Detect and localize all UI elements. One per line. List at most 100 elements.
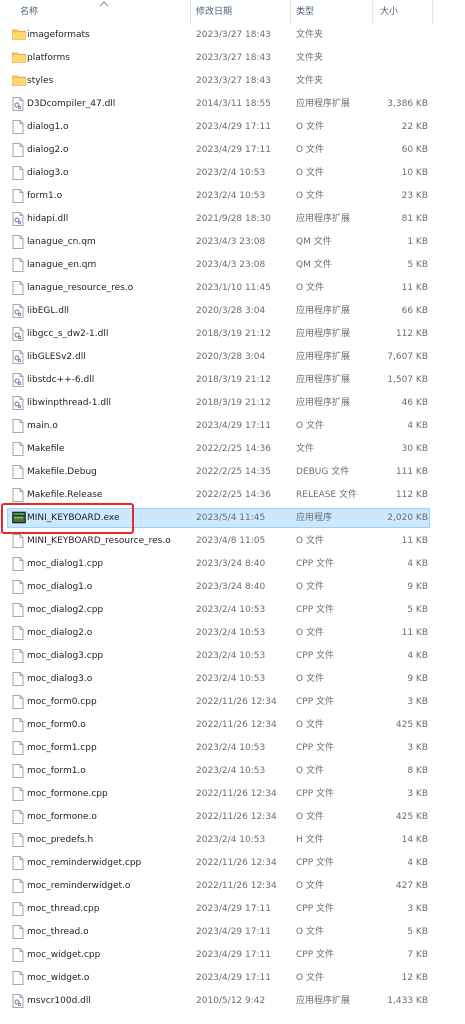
file-row[interactable]: hidapi.dll 2021/9/28 18:30 应用程序扩展 81 KB — [0, 208, 465, 231]
file-icon — [12, 603, 26, 618]
column-header-name[interactable]: 名称 — [20, 0, 38, 24]
file-row[interactable]: moc_dialog2.o 2023/2/4 10:53 O 文件 11 KB — [0, 622, 465, 645]
column-divider[interactable] — [432, 0, 433, 24]
file-row[interactable]: lanague_cn.qm 2023/4/3 23:08 QM 文件 1 KB — [0, 231, 465, 254]
dll-icon — [12, 350, 26, 365]
file-type: 应用程序扩展 — [296, 398, 351, 408]
file-row[interactable]: moc_widget.cpp 2023/4/29 17:11 CPP 文件 7 KB — [0, 944, 465, 967]
file-date: 2022/11/26 12:34 — [196, 789, 277, 799]
file-date: 2022/11/26 12:34 — [196, 812, 277, 822]
file-type: CPP 文件 — [296, 789, 334, 799]
file-name: dialog3.o — [27, 168, 69, 178]
file-date: 2023/4/29 17:11 — [196, 145, 271, 155]
file-row[interactable]: moc_reminderwidget.cpp 2022/11/26 12:34 CP… — [0, 852, 465, 875]
file-row[interactable]: moc_dialog2.cpp 2023/2/4 10:53 CPP 文件 5 KB — [0, 599, 465, 622]
file-type: O 文件 — [296, 536, 324, 546]
file-row[interactable]: moc_form1.o 2023/2/4 10:53 O 文件 8 KB — [0, 760, 465, 783]
dll-icon — [12, 327, 26, 342]
file-size: 60 KB — [401, 145, 428, 155]
file-row[interactable]: platforms 2023/3/27 18:43 文件夹 — [0, 47, 465, 70]
column-header-size[interactable]: 大小 — [380, 0, 398, 24]
file-type: CPP 文件 — [296, 858, 334, 868]
file-name: moc_form0.o — [27, 720, 86, 730]
file-row[interactable]: main.o 2023/4/29 17:11 O 文件 4 KB — [0, 415, 465, 438]
column-divider[interactable] — [190, 0, 191, 24]
file-date: 2020/3/28 3:04 — [196, 306, 266, 316]
file-row[interactable]: form1.o 2023/2/4 10:53 O 文件 23 KB — [0, 185, 465, 208]
file-row[interactable]: moc_form1.cpp 2023/2/4 10:53 CPP 文件 3 KB — [0, 737, 465, 760]
file-row[interactable]: D3Dcompiler_47.dll 2014/3/11 18:55 应用程序扩展 3… — [0, 93, 465, 116]
file-size: 3 KB — [407, 697, 428, 707]
file-row[interactable]: libgcc_s_dw2-1.dll 2018/3/19 21:12 应用程序扩展 1… — [0, 323, 465, 346]
file-name: dialog2.o — [27, 145, 69, 155]
file-type: O 文件 — [296, 168, 324, 178]
file-name: form1.o — [27, 191, 63, 201]
file-icon — [12, 810, 26, 825]
file-name: lanague_en.qm — [27, 260, 97, 270]
file-size — [376, 70, 428, 93]
column-divider[interactable] — [372, 0, 373, 24]
file-date: 2023/5/4 11:45 — [196, 513, 266, 523]
file-name: moc_thread.cpp — [27, 904, 100, 914]
file-row[interactable]: moc_form0.o 2022/11/26 12:34 O 文件 425 KB — [0, 714, 465, 737]
file-row[interactable]: moc_form0.cpp 2022/11/26 12:34 CPP 文件 3 KB — [0, 691, 465, 714]
file-row[interactable]: dialog3.o 2023/2/4 10:53 O 文件 10 KB — [0, 162, 465, 185]
dll-icon — [12, 304, 26, 319]
file-size: 7 KB — [407, 950, 428, 960]
file-row[interactable]: moc_thread.o 2023/4/29 17:11 O 文件 5 KB — [0, 921, 465, 944]
dll-icon — [12, 994, 26, 1009]
file-icon — [12, 281, 26, 296]
file-row[interactable]: imageformats 2023/3/27 18:43 文件夹 — [0, 24, 465, 47]
file-row[interactable]: moc_predefs.h 2023/2/4 10:53 H 文件 14 KB — [0, 829, 465, 852]
column-header-date[interactable]: 修改日期 — [196, 0, 232, 24]
file-row[interactable]: moc_formone.o 2022/11/26 12:34 O 文件 425 KB — [0, 806, 465, 829]
file-row[interactable]: moc_thread.cpp 2023/4/29 17:11 CPP 文件 3 KB — [0, 898, 465, 921]
file-row[interactable]: Makefile 2022/2/25 14:36 文件 30 KB — [0, 438, 465, 461]
file-type: CPP 文件 — [296, 559, 334, 569]
file-row[interactable]: libstdc++-6.dll 2018/3/19 21:12 应用程序扩展 1,50… — [0, 369, 465, 392]
file-row[interactable]: moc_widget.o 2023/4/29 17:11 O 文件 12 KB — [0, 967, 465, 990]
file-row[interactable]: moc_dialog3.cpp 2023/2/4 10:53 CPP 文件 4 KB — [0, 645, 465, 668]
file-type: 应用程序扩展 — [296, 352, 351, 362]
file-icon — [12, 557, 26, 572]
file-size: 5 KB — [407, 927, 428, 937]
file-icon — [12, 971, 26, 986]
file-type: DEBUG 文件 — [296, 467, 350, 477]
file-type: CPP 文件 — [296, 950, 334, 960]
file-row[interactable]: moc_dialog1.cpp 2023/3/24 8:40 CPP 文件 4 KB — [0, 553, 465, 576]
file-name: Makefile.Debug — [27, 467, 97, 477]
file-name: moc_form1.o — [27, 766, 86, 776]
file-type: O 文件 — [296, 628, 324, 638]
file-row[interactable]: dialog1.o 2023/4/29 17:11 O 文件 22 KB — [0, 116, 465, 139]
file-icon — [12, 442, 26, 457]
file-date: 2022/2/25 14:36 — [196, 490, 271, 500]
column-header-type[interactable]: 类型 — [296, 0, 314, 24]
file-row[interactable]: moc_dialog1.o 2023/3/24 8:40 O 文件 9 KB — [0, 576, 465, 599]
file-type: CPP 文件 — [296, 651, 334, 661]
sort-arrow-icon — [99, 1, 109, 7]
file-row[interactable]: moc_formone.cpp 2022/11/26 12:34 CPP 文件 3 K… — [0, 783, 465, 806]
file-row[interactable]: lanague_en.qm 2023/4/3 23:08 QM 文件 5 KB — [0, 254, 465, 277]
column-divider[interactable] — [290, 0, 291, 24]
file-row[interactable]: styles 2023/3/27 18:43 文件夹 — [0, 70, 465, 93]
file-name: moc_reminderwidget.o — [27, 881, 131, 891]
file-icon — [12, 787, 26, 802]
file-row[interactable]: libEGL.dll 2020/3/28 3:04 应用程序扩展 66 KB — [0, 300, 465, 323]
file-row[interactable]: libwinpthread-1.dll 2018/3/19 21:12 应用程序扩展… — [0, 392, 465, 415]
file-icon — [12, 856, 26, 871]
file-date: 2023/4/3 23:08 — [196, 237, 266, 247]
file-row[interactable]: lanague_resource_res.o 2023/1/10 11:45 O 文… — [0, 277, 465, 300]
file-type: O 文件 — [296, 927, 324, 937]
file-name: styles — [27, 76, 54, 86]
file-row[interactable]: moc_reminderwidget.o 2022/11/26 12:34 O 文件… — [0, 875, 465, 898]
file-date: 2023/3/24 8:40 — [196, 559, 266, 569]
file-row[interactable]: msvcr100d.dll 2010/5/12 9:42 应用程序扩展 1,433 K… — [0, 990, 465, 1013]
file-row[interactable]: dialog2.o 2023/4/29 17:11 O 文件 60 KB — [0, 139, 465, 162]
file-name: Makefile — [27, 444, 65, 454]
file-row[interactable]: libGLESv2.dll 2020/3/28 3:04 应用程序扩展 7,607 K… — [0, 346, 465, 369]
file-name: moc_dialog2.o — [27, 628, 93, 638]
dll-icon — [12, 396, 26, 411]
file-row[interactable]: moc_dialog3.o 2023/2/4 10:53 O 文件 9 KB — [0, 668, 465, 691]
file-row[interactable]: Makefile.Debug 2022/2/25 14:35 DEBUG 文件 111… — [0, 461, 465, 484]
file-icon — [12, 718, 26, 733]
